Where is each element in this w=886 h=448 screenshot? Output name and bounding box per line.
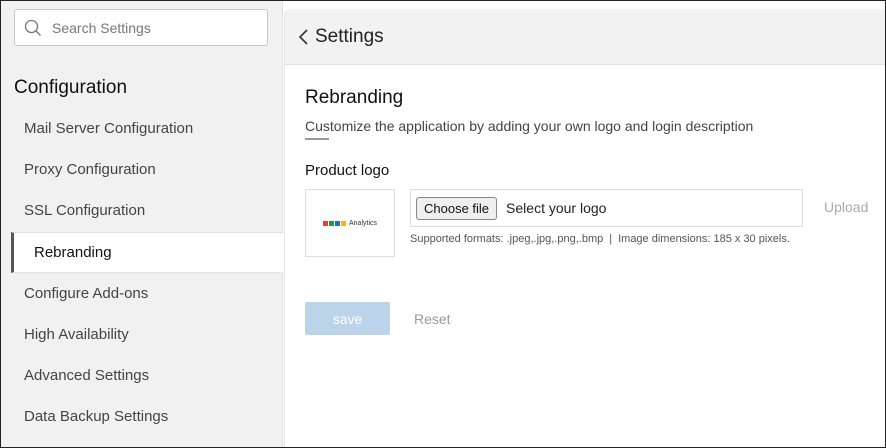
page-description: Customize the application by adding your… [305,118,754,134]
sidebar-item-proxy-configuration[interactable]: Proxy Configuration [1,149,283,190]
logo-preview-text: Analytics [348,219,377,227]
reset-button[interactable]: Reset [414,311,451,327]
sidebar-item-ssl-configuration[interactable]: SSL Configuration [1,190,283,231]
dimensions-hint: Image dimensions: 185 x 30 pixels. [618,233,790,245]
sidebar-item-rebranding[interactable]: Rebranding [11,231,283,273]
sidebar: Configuration Mail Server Configuration … [1,1,283,447]
page-header: Settings [285,9,885,65]
form-actions: save Reset [305,302,451,335]
hint-separator: | [609,233,613,245]
sidebar-item-configure-add-ons[interactable]: Configure Add-ons [1,273,283,314]
logo-preview: Analytics [305,189,395,257]
search-box[interactable] [14,9,268,46]
save-button[interactable]: save [305,302,390,335]
sidebar-item-high-availability[interactable]: High Availability [1,314,283,355]
sidebar-item-advanced-settings[interactable]: Advanced Settings [1,355,283,396]
page-title: Rebranding [305,87,404,108]
content-area: Rebranding Customize the application by … [305,87,885,259]
brand-logo-icon [322,220,347,226]
file-input[interactable]: Choose file Select your logo [410,189,803,227]
search-input[interactable] [52,19,252,36]
choose-file-button[interactable]: Choose file [416,196,498,220]
section-title: Configuration [14,77,128,98]
format-hint: Supported formats: .jpeg,.jpg,.png,.bmp |… [410,233,790,245]
formats-hint: Supported formats: .jpeg,.jpg,.png,.bmp [410,233,604,245]
title-underline [305,138,329,140]
file-status-text: Select your logo [506,200,607,216]
back-button[interactable]: Settings [297,26,384,48]
sidebar-nav: Mail Server Configuration Proxy Configur… [1,108,283,438]
search-icon [24,19,42,37]
chevron-left-icon [297,28,311,46]
sidebar-item-mail-server-configuration[interactable]: Mail Server Configuration [1,108,283,149]
header-title: Settings [315,25,384,47]
main-panel: Settings Rebranding Customize the applic… [284,9,885,447]
upload-button[interactable]: Upload [824,199,868,215]
logo-row: Analytics Choose file Select your logo U… [305,189,885,259]
product-logo-label: Product logo [305,162,390,179]
sidebar-item-data-backup-settings[interactable]: Data Backup Settings [1,396,283,437]
